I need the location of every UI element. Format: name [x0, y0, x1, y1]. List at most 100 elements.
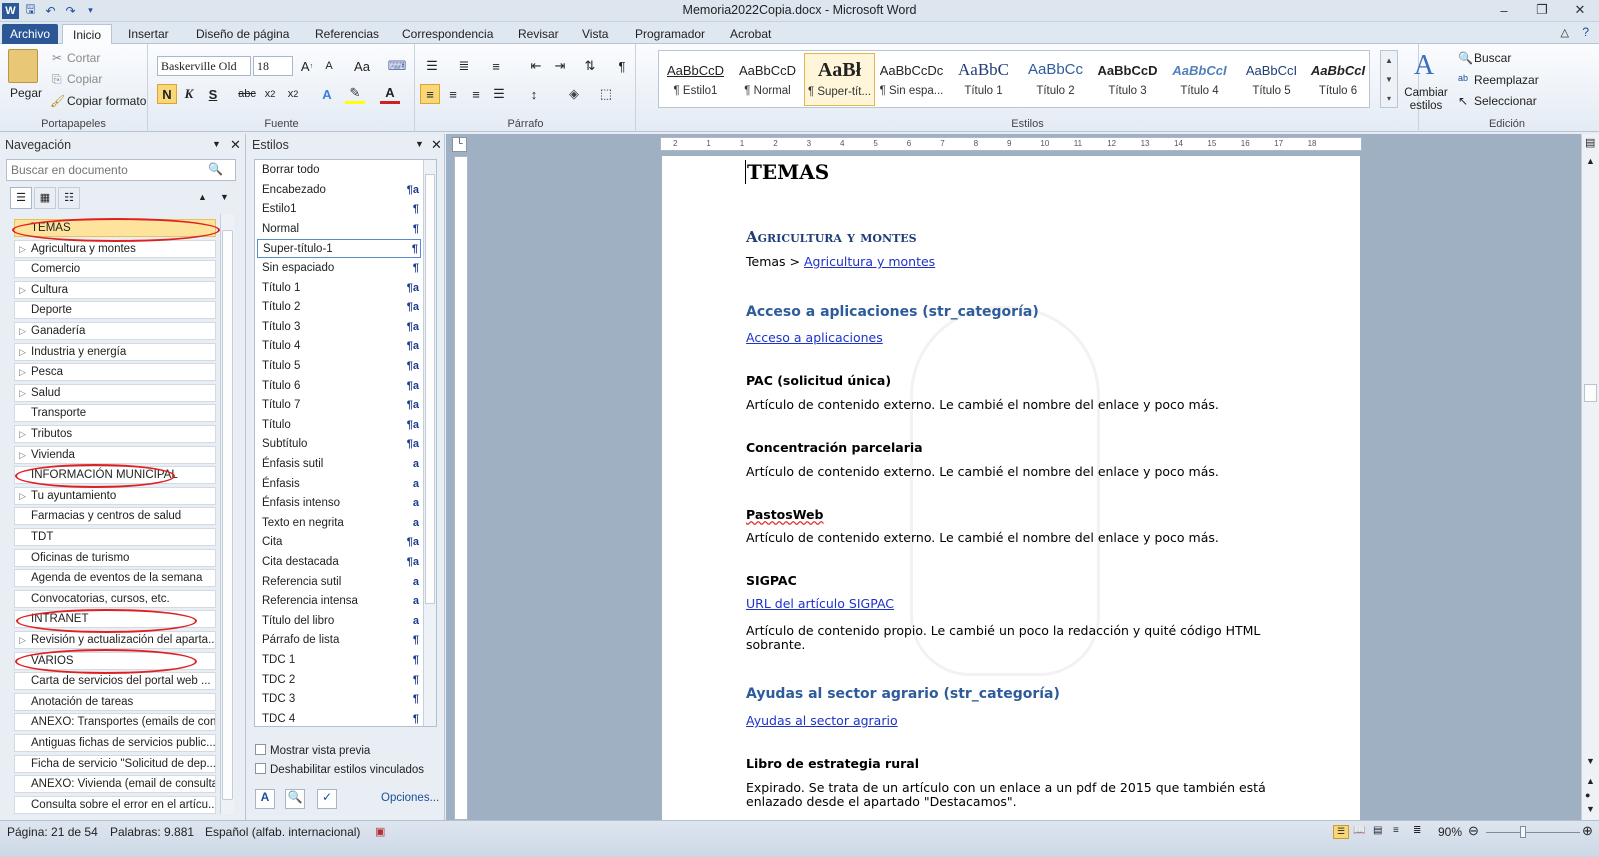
show-preview-option[interactable]: Mostrar vista previa — [255, 744, 370, 757]
align-right-icon[interactable]: ≡ — [466, 84, 486, 104]
style-list-item[interactable]: Referencia intensa a — [257, 592, 421, 611]
draft-icon[interactable]: ≣ — [1413, 825, 1429, 839]
nav-heading-item[interactable]: VARIOS — [14, 651, 216, 670]
style-list-item[interactable]: Referencia sutil a — [257, 573, 421, 592]
scroll-up-icon[interactable]: ▲ — [1586, 156, 1595, 166]
nav-heading-item[interactable]: Anotación de tareas — [14, 692, 216, 711]
nav-heading-item[interactable]: Transporte — [14, 404, 216, 423]
zoom-level[interactable]: 90% — [1438, 825, 1462, 839]
expand-icon[interactable]: ▷ — [19, 632, 26, 648]
tab-correspondencia[interactable]: Correspondencia — [392, 24, 503, 44]
expand-icon[interactable]: ▷ — [19, 323, 26, 339]
previous-heading-icon[interactable]: ▲ — [198, 192, 207, 202]
breadcrumb-link[interactable]: Agricultura y montes — [804, 254, 935, 269]
outline-icon[interactable]: ≡ — [1393, 825, 1409, 839]
style-list-item[interactable]: Título 4 ¶a — [257, 337, 421, 356]
expand-icon[interactable]: ▷ — [19, 282, 26, 298]
italic-icon[interactable]: K — [179, 84, 199, 104]
nav-heading-item[interactable]: ▷ Cultura — [14, 280, 216, 299]
style-list-item[interactable]: Título 5 ¶a — [257, 357, 421, 376]
style-list-item[interactable]: TDC 2 ¶ — [257, 671, 421, 690]
strikethrough-icon[interactable]: abc — [237, 84, 257, 104]
style-list-item[interactable]: Énfasis a — [257, 475, 421, 494]
doc-link[interactable]: URL del artículo SIGPAC — [746, 596, 894, 611]
nav-heading-item[interactable]: ▷ Vivienda — [14, 445, 216, 464]
find-button[interactable]: Buscar — [1474, 51, 1511, 65]
nav-heading-item[interactable]: ▷ Industria y energía — [14, 342, 216, 361]
style-list-item[interactable]: Subtítulo ¶a — [257, 435, 421, 454]
zoom-in-icon[interactable]: ⊕ — [1582, 823, 1593, 839]
tab-acrobat[interactable]: Acrobat — [720, 24, 781, 44]
nav-heading-item[interactable]: ▷ Tributos — [14, 425, 216, 443]
cut-button[interactable]: Cortar — [67, 51, 100, 65]
close-pane-icon[interactable]: ✕ — [431, 137, 442, 153]
tab-insertar[interactable]: Insertar — [118, 24, 179, 44]
expand-icon[interactable]: ▷ — [19, 364, 26, 380]
style-list-item[interactable]: Estilo1 ¶ — [257, 200, 421, 219]
style-list-item[interactable]: Cita destacada ¶a — [257, 553, 421, 572]
expand-icon[interactable]: ▷ — [19, 385, 26, 401]
style-tile[interactable]: AaBbCcDc ¶ Sin espa... — [876, 53, 947, 106]
bullets-icon[interactable]: ☰ — [422, 56, 442, 76]
expand-icon[interactable]: ▷ — [19, 241, 26, 257]
format-painter-button[interactable]: Copiar formato — [67, 94, 146, 108]
pages-view-icon[interactable]: ▦ — [34, 187, 56, 209]
change-styles-button[interactable]: Cambiar estilos — [1400, 87, 1452, 113]
style-tile[interactable]: AaBł ¶ Super-tít... — [804, 53, 875, 106]
highlight-icon[interactable]: ✎ — [345, 84, 365, 104]
style-tile[interactable]: AaBbCcI Título 4 — [1164, 53, 1235, 106]
nav-heading-item[interactable]: INTRANET — [14, 610, 216, 629]
font-size-box[interactable]: 18 — [253, 56, 293, 76]
style-tile[interactable]: AaBbCcI Título 5 — [1236, 53, 1307, 106]
nav-heading-item[interactable]: TEMAS — [14, 219, 216, 237]
browse-object-icon[interactable]: ● — [1585, 790, 1590, 800]
search-icon[interactable]: 🔍 — [208, 162, 223, 176]
nav-heading-item[interactable]: ▷ Tu ayuntamiento — [14, 486, 216, 505]
document-scrollbar[interactable]: ▤ ▲ ▼ ▲ ● ▼ — [1581, 134, 1599, 820]
style-list-item[interactable]: Cita ¶a — [257, 533, 421, 552]
nav-heading-item[interactable]: ANEXO: Transportes (emails de con... — [14, 713, 216, 732]
multilevel-list-icon[interactable]: ≡ — [486, 56, 506, 76]
decrease-indent-icon[interactable]: ⇤ — [526, 56, 546, 76]
tab-selector-icon[interactable]: └ — [452, 137, 467, 152]
underline-icon[interactable]: S — [203, 84, 223, 104]
tab-vista[interactable]: Vista — [572, 24, 618, 44]
language-status[interactable]: Español (alfab. internacional) — [205, 825, 360, 839]
doc-link[interactable]: Acceso a aplicaciones — [746, 330, 883, 345]
style-tile[interactable]: AaBbCcI Título 6 — [1308, 53, 1368, 106]
numbering-icon[interactable]: ≣ — [454, 56, 474, 76]
web-layout-icon[interactable]: ▤ — [1373, 825, 1389, 839]
page-count[interactable]: Página: 21 de 54 — [7, 825, 98, 839]
select-button[interactable]: Seleccionar — [1474, 94, 1537, 108]
ruler-toggle-icon[interactable]: ▤ — [1585, 136, 1595, 149]
style-list-item[interactable]: Título ¶a — [257, 416, 421, 435]
scroll-thumb[interactable] — [1584, 384, 1597, 402]
zoom-out-icon[interactable]: ⊖ — [1468, 823, 1479, 839]
style-tile[interactable]: AaBbCc Título 2 — [1020, 53, 1091, 106]
shading-icon[interactable]: ◈ — [564, 84, 584, 104]
tab-revisar[interactable]: Revisar — [508, 24, 569, 44]
nav-heading-item[interactable]: Ficha de servicio "Solicitud de dep... — [14, 754, 216, 773]
manage-styles-icon[interactable]: ✓ — [317, 789, 337, 809]
pane-menu-icon[interactable]: ▼ — [212, 139, 221, 149]
pane-menu-icon[interactable]: ▼ — [415, 139, 424, 149]
close-icon[interactable]: ✕ — [1561, 0, 1599, 20]
style-list-item[interactable]: Título 2 ¶a — [257, 298, 421, 317]
text-effects-icon[interactable]: A — [317, 84, 337, 104]
style-list-item[interactable]: Título 3 ¶a — [257, 318, 421, 337]
expand-icon[interactable]: ▷ — [19, 447, 26, 463]
style-list-item[interactable]: Título del libro a — [257, 612, 421, 631]
paste-icon[interactable] — [8, 49, 38, 83]
style-list-item[interactable]: Énfasis sutil a — [257, 455, 421, 474]
style-inspector-icon[interactable]: 🔍 — [285, 789, 305, 809]
zoom-slider[interactable] — [1486, 832, 1580, 833]
style-list-item[interactable]: Énfasis intenso a — [257, 494, 421, 513]
nav-heading-item[interactable]: TDT — [14, 528, 216, 546]
styles-scrollbar[interactable] — [423, 160, 436, 726]
paste-button[interactable]: Pegar — [10, 86, 42, 100]
nav-heading-item[interactable]: ▷ Pesca — [14, 363, 216, 382]
nav-heading-item[interactable]: Farmacias y centros de salud — [14, 507, 216, 526]
bold-icon[interactable]: N — [157, 84, 177, 104]
nav-heading-item[interactable]: Convocatorias, cursos, etc. — [14, 589, 216, 608]
pilcrow-icon[interactable]: ¶ — [612, 56, 632, 76]
